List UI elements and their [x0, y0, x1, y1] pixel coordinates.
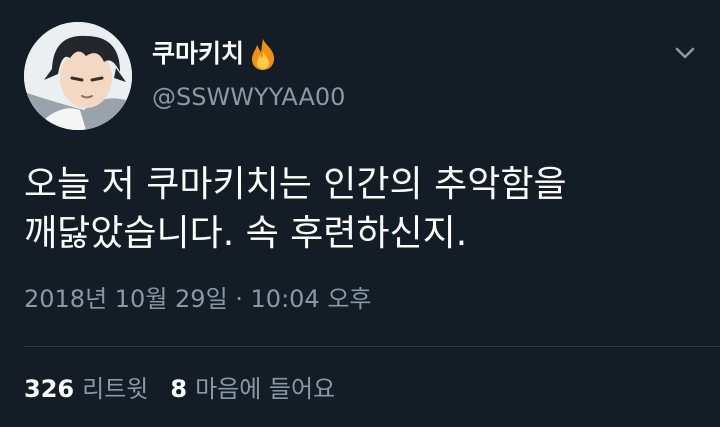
like-count: 8 — [170, 375, 188, 403]
retweets-stat[interactable]: 326 리트윗 — [24, 372, 148, 406]
tweet-text-line: 깨닳았습니다. 속 후련하신지. — [24, 213, 468, 254]
tweet-text-line: 오늘 저 쿠마키치는 인간의 추악함을 — [24, 164, 567, 205]
author-display-name[interactable]: 쿠마키치 — [152, 36, 278, 72]
anime-character-avatar-image — [24, 22, 132, 130]
likes-stat[interactable]: 8 마음에 들어요 — [170, 372, 335, 406]
divider — [24, 346, 720, 347]
tweet-timestamp[interactable]: 2018년 10월 29일 · 10:04 오후 — [24, 282, 372, 316]
tweet-text: 오늘 저 쿠마키치는 인간의 추악함을 깨닳았습니다. 속 후련하신지. — [24, 160, 704, 258]
avatar[interactable] — [24, 22, 132, 130]
like-label: 마음에 들어요 — [195, 375, 336, 403]
retweet-label: 리트윗 — [82, 375, 149, 403]
author-name-text: 쿠마키치 — [152, 39, 245, 68]
tweet-stats: 326 리트윗 8 마음에 들어요 — [24, 372, 335, 406]
fire-icon — [252, 39, 275, 70]
author-handle[interactable]: @SSWWYYAA00 — [152, 80, 345, 114]
chevron-down-icon[interactable] — [672, 40, 698, 66]
retweet-count: 326 — [24, 375, 75, 403]
